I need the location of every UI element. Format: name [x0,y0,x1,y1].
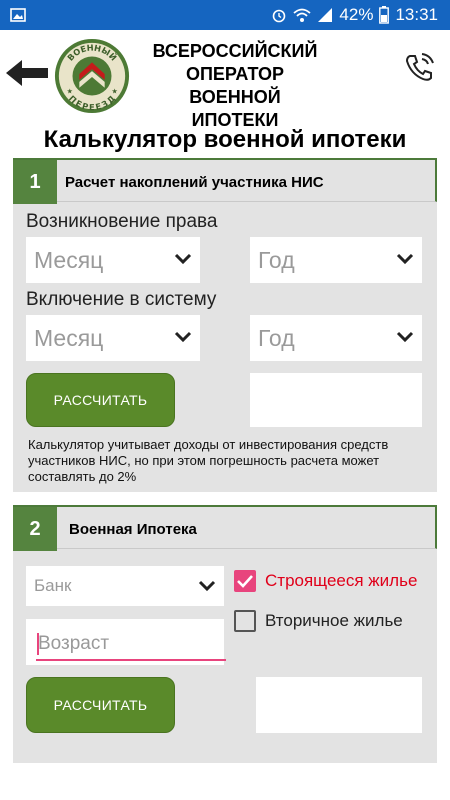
section-title: Военная Ипотека [69,520,197,538]
clock: 13:31 [395,5,438,24]
org-title-line: ОПЕРАТОР ВОЕННОЙ [185,64,285,107]
calculator-note: Калькулятор учитывает доходы от инвестир… [28,437,389,484]
wifi-icon [293,8,312,22]
calculate-savings-button[interactable]: РАССЧИТАТЬ [26,373,175,427]
secondary-housing-label[interactable]: Вторичное жилье [265,611,403,631]
svg-text:★: ★ [67,88,73,96]
section-header: 1 Расчет накоплений участника НИС [13,158,437,204]
org-title: ВСЕРОССИЙСКИЙ ОПЕРАТОР ВОЕННОЙ ИПОТЕКИ [150,40,320,132]
org-title-line: ВСЕРОССИЙСКИЙ [152,41,318,61]
checkmark-icon [237,575,253,588]
gallery-icon [10,8,26,22]
calculate-mortgage-button[interactable]: РАССЧИТАТЬ [26,677,175,733]
input-placeholder: Возраст [38,633,110,654]
section-number: 2 [13,507,57,551]
back-arrow-icon[interactable] [6,58,50,88]
system-month-select[interactable]: Месяц [26,315,200,361]
text-cursor [37,633,39,655]
select-value: Год [258,246,295,273]
section-number: 1 [13,160,57,204]
battery-percent: 42% [339,5,374,24]
battery-icon [379,6,390,24]
bank-select[interactable]: Банк [26,566,224,606]
section-title: Расчет накоплений участника НИС [65,173,324,191]
right-month-select[interactable]: Месяц [26,237,200,283]
signal-icon [318,8,333,22]
page-title: Калькулятор военной ипотеки [43,126,407,153]
section-header: 2 Военная Ипотека [13,505,437,551]
chevron-down-icon [396,331,414,343]
chevron-down-icon [174,253,192,265]
right-year-select[interactable]: Год [250,237,422,283]
new-housing-label[interactable]: Строящееся жилье [265,571,417,591]
new-housing-checkbox[interactable] [234,570,256,592]
age-input[interactable]: Возраст [26,619,226,665]
status-bar: 42% 13:31 [0,0,450,30]
secondary-housing-checkbox[interactable] [234,610,256,632]
select-value: Банк [34,576,72,595]
mortgage-result-field [256,677,422,733]
alarm-icon [273,9,286,23]
chevron-down-icon [198,580,216,592]
select-value: Год [258,324,295,351]
right-origin-label: Возникновение права [26,211,218,232]
select-value: Месяц [34,246,104,273]
select-value: Месяц [34,324,104,351]
svg-text:★: ★ [112,88,118,96]
phone-call-icon[interactable] [402,50,438,84]
input-underline [36,659,226,661]
system-join-label: Включение в систему [26,289,217,310]
chevron-down-icon [174,331,192,343]
logo: ВОЕННЫЙ ПЕРЕЕЗД ★ ★ [54,38,130,114]
chevron-down-icon [396,253,414,265]
savings-result-field [250,373,422,427]
system-year-select[interactable]: Год [250,315,422,361]
